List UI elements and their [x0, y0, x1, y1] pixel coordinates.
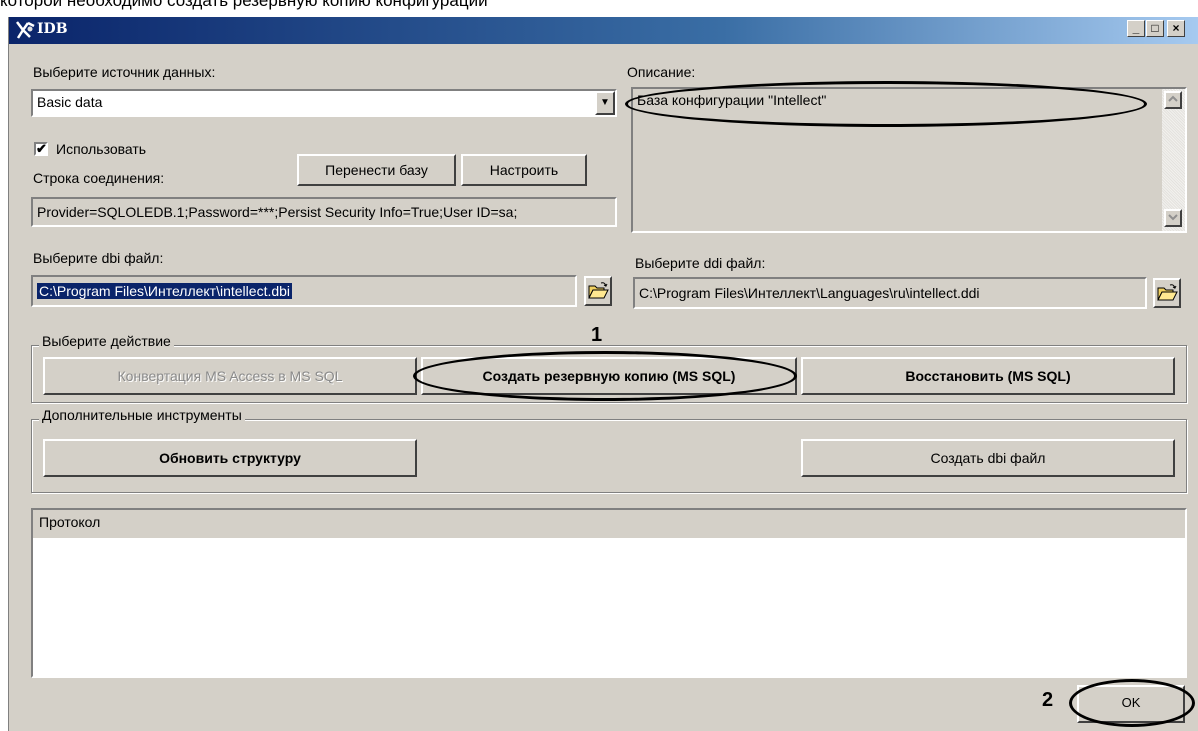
connection-label: Строка соединения: [33, 170, 165, 186]
maximize-button[interactable]: □ [1146, 20, 1164, 37]
annotation-ellipse-ok [1069, 679, 1195, 727]
minimize-button[interactable]: _ [1127, 20, 1145, 37]
convert-access-button[interactable]: Конвертация MS Access в MS SQL [43, 357, 417, 395]
annotation-ellipse-description [625, 81, 1147, 127]
update-structure-button[interactable]: Обновить структуру [43, 439, 417, 477]
annotation-step-2: 2 [1042, 689, 1054, 711]
arrow-down-icon [1168, 214, 1178, 221]
source-dropdown-button[interactable]: ▼ [595, 91, 615, 115]
create-dbi-button[interactable]: Создать dbi файл [801, 439, 1175, 477]
source-label: Выберите источник данных: [33, 64, 216, 80]
dbi-browse-button[interactable] [584, 276, 612, 306]
annotation-ellipse-backup [413, 351, 797, 401]
annotation-step-1: 1 [591, 324, 603, 346]
log-header: Протокол [33, 510, 1185, 538]
source-select[interactable]: Basic data [31, 89, 617, 117]
description-label: Описание: [627, 64, 696, 80]
title-bar[interactable]: IDB _ □ × [9, 17, 1198, 44]
close-button[interactable]: × [1167, 20, 1185, 37]
folder-open-icon [588, 282, 609, 299]
ddi-field[interactable]: C:\Program Files\Интеллект\Languages\ru\… [633, 277, 1147, 309]
document-caption: которой необходимо создать резервную коп… [0, 0, 488, 10]
scroll-down-button[interactable] [1164, 209, 1182, 227]
dbi-value: C:\Program Files\Интеллект\intellect.dbi [37, 283, 293, 299]
window-title: IDB [37, 21, 68, 37]
folder-open-icon [1157, 284, 1178, 301]
restore-button[interactable]: Восстановить (MS SQL) [801, 357, 1175, 395]
action-group-legend: Выберите действие [39, 333, 174, 349]
tools-group-legend: Дополнительные инструменты [39, 407, 245, 423]
ddi-browse-button[interactable] [1153, 278, 1181, 308]
scroll-up-button[interactable] [1164, 91, 1182, 109]
move-db-button[interactable]: Перенести базу [297, 154, 456, 186]
description-scrollbar[interactable] [1162, 89, 1185, 231]
use-checkbox-label[interactable]: Использовать [56, 141, 146, 157]
dbi-field[interactable]: C:\Program Files\Интеллект\intellect.dbi [31, 275, 577, 307]
ddi-label: Выберите ddi файл: [635, 255, 766, 271]
arrow-up-icon [1168, 95, 1178, 102]
dbi-label: Выберите dbi файл: [33, 250, 164, 266]
log-panel[interactable]: Протокол [31, 508, 1187, 678]
idb-app-icon [16, 21, 35, 39]
idb-window: IDB _ □ × Выберите источник данных: Basi… [8, 17, 1198, 731]
source-value: Basic data [37, 94, 103, 110]
connection-string-field[interactable]: Provider=SQLOLEDB.1;Password=***;Persist… [31, 197, 617, 227]
use-checkbox[interactable]: ✔ [34, 142, 48, 156]
configure-button[interactable]: Настроить [461, 154, 587, 186]
